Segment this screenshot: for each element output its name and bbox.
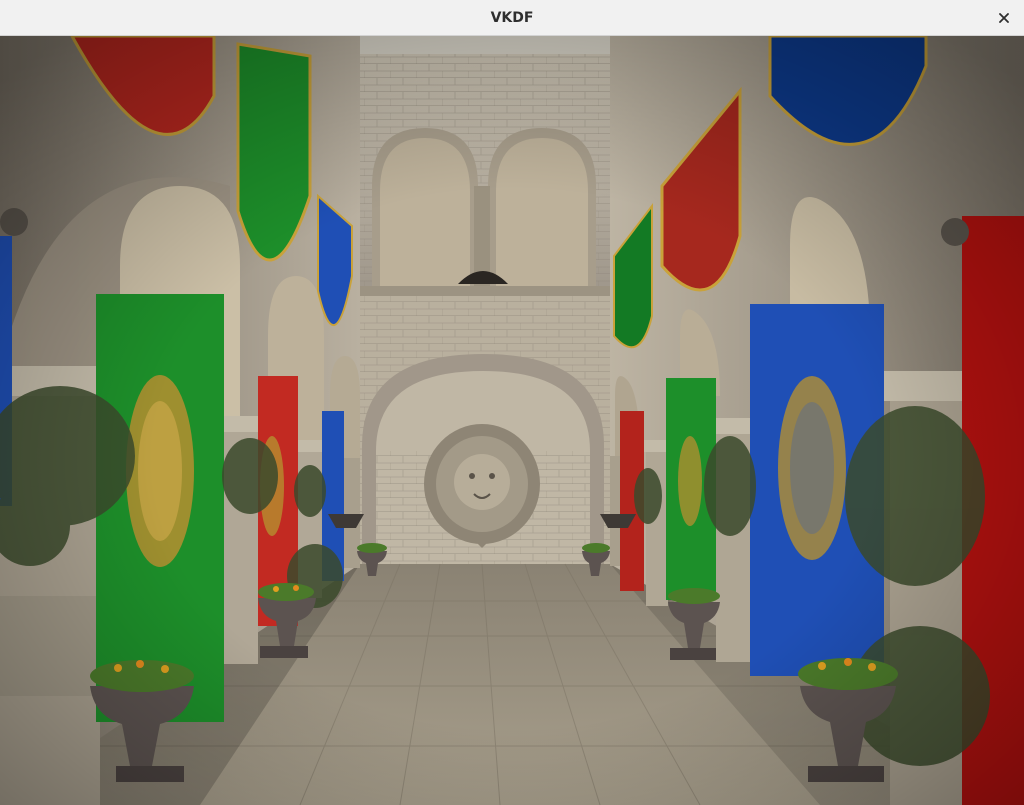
rendered-scene bbox=[0, 36, 1024, 805]
app-window: VKDF bbox=[0, 0, 1024, 805]
render-viewport[interactable] bbox=[0, 36, 1024, 805]
titlebar[interactable]: VKDF bbox=[0, 0, 1024, 36]
window-title: VKDF bbox=[490, 10, 534, 26]
close-icon bbox=[999, 13, 1009, 23]
close-button[interactable] bbox=[992, 6, 1016, 30]
